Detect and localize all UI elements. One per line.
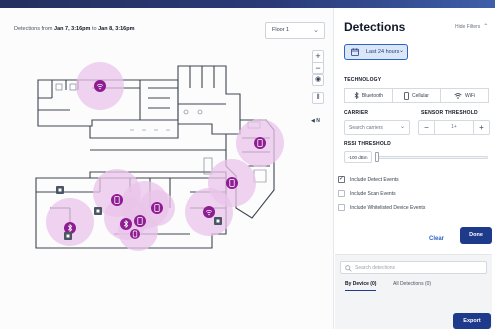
cellular-marker[interactable] bbox=[134, 215, 146, 227]
rssi-slider-track[interactable] bbox=[378, 156, 488, 159]
technology-wifi-button[interactable]: WiFi bbox=[440, 88, 489, 103]
carrier-label: CARRIER bbox=[344, 110, 369, 116]
include-whitelisted-events-checkbox[interactable]: Include Whitelisted Device Events bbox=[338, 204, 425, 211]
panel-title: Detections bbox=[344, 20, 406, 34]
technology-cellular-button[interactable]: Cellular bbox=[392, 88, 441, 103]
calendar-icon bbox=[351, 48, 359, 56]
technology-bluetooth-button[interactable]: Bluetooth bbox=[344, 88, 393, 103]
cellular-marker[interactable] bbox=[226, 177, 238, 189]
sensor-marker[interactable] bbox=[56, 186, 64, 194]
sensor-threshold-value[interactable]: 1+ bbox=[435, 121, 473, 134]
include-detect-events-checkbox[interactable]: ✓ Include Detect Events bbox=[338, 176, 399, 183]
top-header-bar bbox=[0, 0, 495, 8]
cellular-marker[interactable] bbox=[254, 137, 266, 149]
technology-filter: Bluetooth Cellular WiFi bbox=[344, 88, 489, 103]
sensor-marker[interactable] bbox=[94, 207, 102, 215]
cellular-marker[interactable] bbox=[130, 229, 140, 239]
include-scan-events-checkbox[interactable]: Include Scan Events bbox=[338, 190, 396, 197]
checkbox-checked[interactable]: ✓ bbox=[338, 176, 345, 183]
checkbox-unchecked[interactable] bbox=[338, 190, 345, 197]
clear-button[interactable]: Clear bbox=[429, 236, 444, 242]
rssi-threshold-input[interactable]: -100 dBm bbox=[344, 151, 372, 163]
tab-by-device[interactable]: By Device (0) bbox=[345, 281, 377, 291]
hide-filters-button[interactable]: Hide Filters ⌃ bbox=[455, 23, 488, 30]
done-button[interactable]: Done bbox=[460, 227, 492, 244]
time-range-dropdown[interactable]: Last 24 hours ⌄ bbox=[344, 44, 408, 60]
rssi-slider-handle[interactable] bbox=[375, 152, 379, 162]
bluetooth-icon bbox=[354, 92, 359, 99]
decrement-button[interactable]: − bbox=[419, 121, 435, 134]
chevron-down-icon: ⌄ bbox=[399, 48, 405, 54]
cellular-marker[interactable] bbox=[111, 194, 123, 206]
bluetooth-marker[interactable] bbox=[120, 218, 132, 230]
technology-label: TECHNOLOGY bbox=[344, 77, 382, 83]
wifi-icon bbox=[454, 92, 462, 99]
tab-all-detections[interactable]: All Detections (0) bbox=[393, 281, 431, 287]
detections-panel: Detections Hide Filters ⌃ Last 24 hours ⌄… bbox=[334, 8, 495, 329]
results-section: Search detections By Device (0) All Dete… bbox=[335, 254, 492, 329]
chevron-up-icon: ⌃ bbox=[483, 24, 489, 30]
checkbox-unchecked[interactable] bbox=[338, 204, 345, 211]
sensor-threshold-stepper: − 1+ + bbox=[418, 120, 490, 135]
floor-map[interactable]: Detections from Jan 7, 3:16pm to Jan 8, … bbox=[0, 8, 334, 329]
search-detections-input[interactable]: Search detections bbox=[340, 261, 487, 274]
rssi-threshold-label: RSSI THRESHOLD bbox=[344, 141, 391, 147]
cellular-icon bbox=[404, 91, 409, 100]
wifi-marker[interactable] bbox=[94, 80, 106, 92]
chevron-down-icon: ⌄ bbox=[399, 124, 405, 130]
detection-markers bbox=[46, 62, 284, 251]
carrier-search-select[interactable]: Search carriers ⌄ bbox=[344, 120, 410, 135]
sensor-marker[interactable] bbox=[64, 232, 72, 240]
export-button[interactable]: Export bbox=[453, 313, 491, 329]
increment-button[interactable]: + bbox=[473, 121, 489, 134]
wifi-marker[interactable] bbox=[203, 206, 215, 218]
detection-halos bbox=[46, 62, 284, 251]
search-icon bbox=[345, 265, 352, 272]
sensor-threshold-label: SENSOR THRESHOLD bbox=[421, 110, 478, 116]
cellular-marker[interactable] bbox=[151, 202, 163, 214]
sensor-marker[interactable] bbox=[214, 217, 222, 225]
